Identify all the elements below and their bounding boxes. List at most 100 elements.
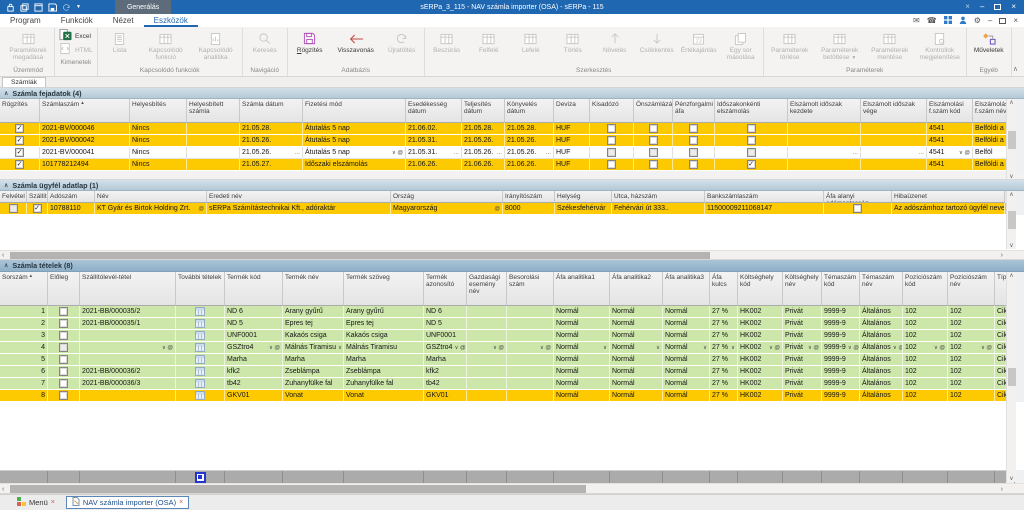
- footer-cell[interactable]: [507, 471, 554, 483]
- grid-cell[interactable]: UNF0001: [225, 330, 283, 341]
- column-header[interactable]: Termék név: [283, 272, 344, 306]
- grid-cell[interactable]: Általános: [860, 354, 903, 365]
- column-header[interactable]: Utca, házszám: [612, 191, 705, 203]
- checkbox[interactable]: ✓: [15, 136, 24, 145]
- grid-cell[interactable]: Marha: [225, 354, 283, 365]
- grid-cell[interactable]: 21.06.26.: [462, 159, 505, 170]
- collapse-section-icon[interactable]: ∧: [4, 90, 8, 97]
- grid-cell[interactable]: ND 6: [225, 306, 283, 317]
- grid-cell[interactable]: 4541∨ @: [927, 147, 973, 158]
- scroll-thumb[interactable]: [1008, 368, 1016, 386]
- checkbox[interactable]: ✓: [33, 204, 42, 213]
- grid-cell[interactable]: [634, 123, 673, 134]
- cell-adornments[interactable]: @: [492, 206, 500, 212]
- vertical-scrollbar[interactable]: ∧∨: [1006, 99, 1016, 180]
- grid-cell[interactable]: 102: [903, 318, 948, 329]
- grid-cell[interactable]: 101778212494: [40, 159, 130, 170]
- grid-cell[interactable]: 21.05.27.: [240, 159, 303, 170]
- checkbox[interactable]: [607, 136, 616, 145]
- grid-cell[interactable]: 27 %∨: [710, 342, 738, 353]
- grid-cell[interactable]: [176, 318, 225, 329]
- grid-cell[interactable]: ND 5: [225, 318, 283, 329]
- grid-cell[interactable]: [590, 159, 634, 170]
- grid-cell[interactable]: KT Gyár és Birtok Holding Zrt.@: [95, 203, 207, 214]
- grid-cell[interactable]: ✓: [715, 159, 788, 170]
- checkbox[interactable]: ✓: [15, 160, 24, 169]
- checkbox[interactable]: [607, 124, 616, 133]
- table-row[interactable]: 3UNF0001Kakaós csigaKakaós csigaUNF0001N…: [0, 330, 1006, 342]
- grid-cell[interactable]: Privát: [783, 378, 822, 389]
- grid-cell[interactable]: [467, 306, 507, 317]
- table-row[interactable]: ✓2021-BV/000041Nincs21.05.26.…Átutalás 5…: [0, 147, 1006, 159]
- grid-cell[interactable]: Cikk: [995, 354, 1006, 365]
- table-row[interactable]: 4∨ @GSZtro4∨ @Málnás Tiramisu∨ @Málnás T…: [0, 342, 1006, 354]
- grid-cell[interactable]: Privát: [783, 366, 822, 377]
- grid-cell[interactable]: Privát: [783, 306, 822, 317]
- grid-cell[interactable]: 21.05.26.: [505, 135, 554, 146]
- grid-cell[interactable]: …: [788, 147, 861, 158]
- column-header[interactable]: További tételek: [176, 272, 225, 306]
- grid-cell[interactable]: Cikk: [995, 378, 1006, 389]
- grid-cell[interactable]: Nincs: [130, 123, 187, 134]
- scroll-right-icon[interactable]: ›: [999, 484, 1005, 494]
- column-header[interactable]: Helyesbített számla: [187, 99, 240, 123]
- column-header[interactable]: Eredeti név: [207, 191, 391, 203]
- checkbox[interactable]: [747, 136, 756, 145]
- table-row[interactable]: 5MarhaMarhaMarhaMarhaNormálNormálNormál2…: [0, 354, 1006, 366]
- grid-cell[interactable]: [507, 318, 554, 329]
- grid-cell[interactable]: HK002: [738, 306, 783, 317]
- grid-cell[interactable]: Normál: [663, 390, 710, 401]
- grid-cell[interactable]: ∨ @: [80, 342, 176, 353]
- column-header[interactable]: Áfa analitika2: [610, 272, 663, 306]
- grid-cell[interactable]: Arany gyűrű: [344, 306, 424, 317]
- grid-cell[interactable]: Normál: [554, 366, 610, 377]
- grid-cell[interactable]: 102∨ @: [903, 342, 948, 353]
- cell-adornments[interactable]: …: [851, 150, 859, 156]
- subitems-grid-icon[interactable]: [195, 391, 205, 400]
- egy-sor-masolasa-button[interactable]: Egy sor másolása: [720, 28, 762, 62]
- column-header[interactable]: Teljesítés dátum: [462, 99, 505, 123]
- table-row[interactable]: 62021-BB/000036/2kfk2ZseblámpaZseblámpak…: [0, 366, 1006, 378]
- grid-cell[interactable]: 4541: [927, 123, 973, 134]
- lista-button[interactable]: Lista: [99, 28, 141, 54]
- grid-cell[interactable]: Normál: [610, 306, 663, 317]
- grid-cell[interactable]: [824, 203, 892, 214]
- footer-cell[interactable]: [0, 471, 48, 483]
- grid-cell[interactable]: Epres tej: [344, 318, 424, 329]
- grid-cell[interactable]: 21.05.28.: [462, 123, 505, 134]
- grid-cell[interactable]: Általános: [860, 318, 903, 329]
- grid-cell[interactable]: Privát: [783, 390, 822, 401]
- grid-cell[interactable]: 21.05.31.…: [406, 147, 462, 158]
- grid-cell[interactable]: 21.06.26.: [406, 159, 462, 170]
- column-header[interactable]: Fizetési mód: [303, 99, 406, 123]
- grid-cell[interactable]: 21.05.26.…: [240, 147, 303, 158]
- grid-cell[interactable]: [673, 147, 715, 158]
- column-header[interactable]: Irányítószám: [503, 191, 555, 203]
- parameterek-megadasa-button[interactable]: Paraméterek megadása: [3, 28, 53, 62]
- grid-cell[interactable]: 102: [948, 366, 995, 377]
- grid-cell[interactable]: Normál: [554, 306, 610, 317]
- footer-cell[interactable]: [344, 471, 424, 483]
- grid-cell[interactable]: 21.06.26.: [505, 159, 554, 170]
- table-row[interactable]: ✓10788110KT Gyár és Birtok Holding Zrt.@…: [0, 203, 1006, 215]
- column-header[interactable]: Termék azonosító: [424, 272, 467, 306]
- column-header[interactable]: Számlaszám▲: [40, 99, 130, 123]
- column-header[interactable]: Elszámolt időszak kezdete: [788, 99, 861, 123]
- grid-cell[interactable]: 2021-BB/000036/2: [80, 366, 176, 377]
- grid-cell[interactable]: 9999-9∨ @: [822, 342, 860, 353]
- grid-cell[interactable]: 3: [0, 330, 48, 341]
- cell-adornments[interactable]: …: [495, 150, 503, 156]
- grid-cell[interactable]: 2021-BV/000046: [40, 123, 130, 134]
- cell-adornments[interactable]: ∨: [701, 345, 707, 351]
- grid-cell[interactable]: 102∨ @: [948, 342, 995, 353]
- grid-cell[interactable]: ✓: [0, 123, 40, 134]
- grid-cell[interactable]: Normál: [663, 354, 710, 365]
- close-tab-icon[interactable]: ×: [179, 499, 183, 506]
- grid-cell[interactable]: Privát∨ @: [783, 342, 822, 353]
- checkbox[interactable]: [59, 355, 68, 364]
- grid-cell[interactable]: Normál: [610, 318, 663, 329]
- table-row[interactable]: ✓2021-BV/000042Nincs21.05.26.Átutalás 5 …: [0, 135, 1006, 147]
- grid-cell[interactable]: [715, 135, 788, 146]
- column-header[interactable]: Költséghely név: [783, 272, 822, 306]
- column-header[interactable]: Bankszámlaszám: [705, 191, 824, 203]
